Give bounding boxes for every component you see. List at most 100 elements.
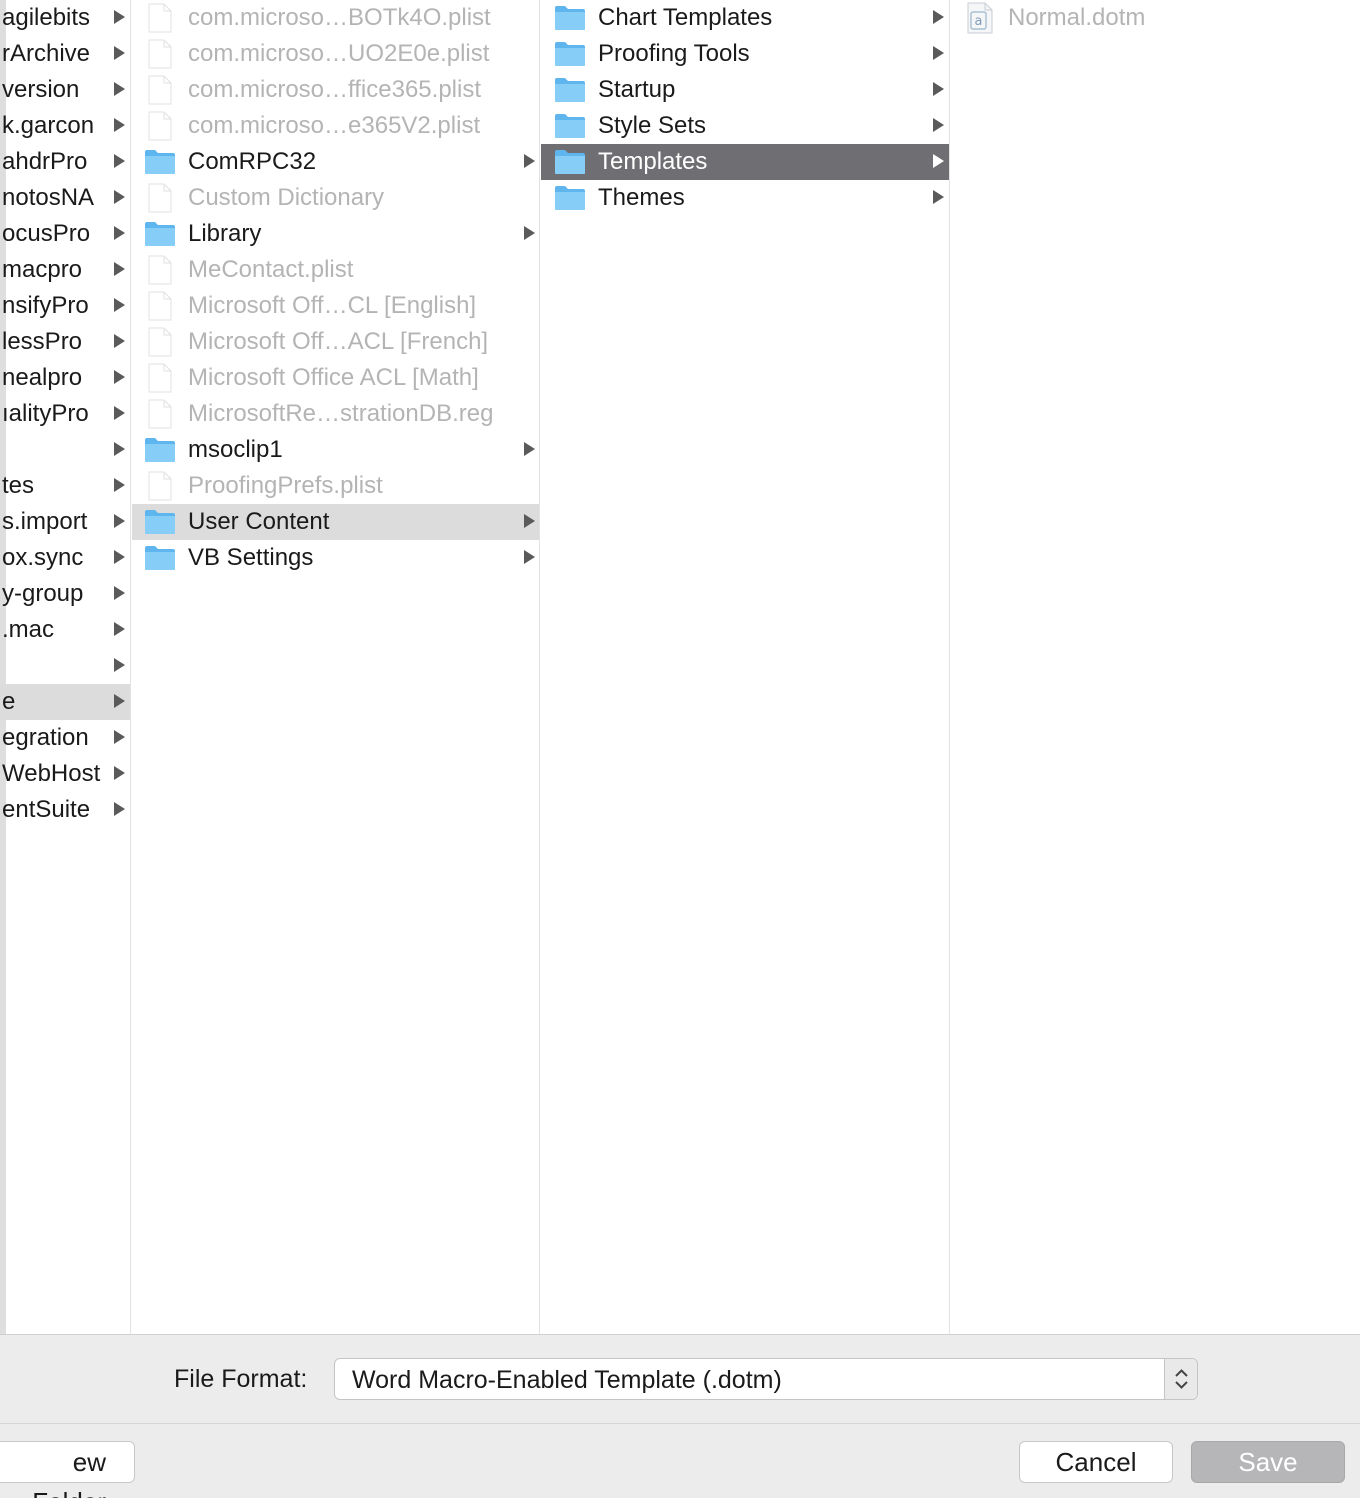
word-template-icon: a (967, 2, 993, 34)
folder-row-selected[interactable]: Templates (541, 144, 949, 180)
cancel-button[interactable]: Cancel (1019, 1441, 1173, 1483)
column-row[interactable]: y-group (0, 576, 130, 612)
row-label: com.microso…BOTk4O.plist (188, 4, 491, 31)
folder-row[interactable]: Startup (541, 72, 949, 108)
row-label: tes (2, 472, 35, 499)
row-label: ahdrPro (2, 148, 88, 175)
row-label: Chart Templates (598, 4, 773, 31)
column-row[interactable]: notosNA (0, 180, 130, 216)
browser-column-2[interactable]: com.microso…BOTk4O.plist com.microso…UO2… (132, 0, 540, 1336)
document-icon (148, 3, 172, 33)
row-label: rArchive (2, 40, 91, 67)
browser-column-1[interactable]: agilebits rArchive version k.garcon ahdr… (0, 0, 131, 1336)
row-label: Startup (598, 76, 676, 103)
column-row[interactable]: macpro (0, 252, 130, 288)
folder-row[interactable]: ComRPC32 (132, 144, 539, 180)
column-row[interactable] (0, 648, 130, 684)
row-label: lessPro (2, 328, 83, 355)
column-row[interactable]: entSuite (0, 792, 130, 828)
disclosure-arrow-icon (524, 226, 535, 240)
column-row[interactable]: lessPro (0, 324, 130, 360)
row-label: .mac (2, 616, 55, 643)
folder-row[interactable]: Library (132, 216, 539, 252)
browser-column-4[interactable]: a Normal.dotm (951, 0, 1360, 1336)
disclosure-arrow-icon (114, 82, 125, 96)
file-row: ProofingPrefs.plist (132, 468, 539, 504)
disclosure-arrow-icon (114, 334, 125, 348)
row-label: Style Sets (598, 112, 707, 139)
row-label: com.microso…e365V2.plist (188, 112, 481, 139)
row-label: Microsoft Off…CL [English] (188, 292, 477, 319)
folder-icon (145, 222, 175, 246)
new-folder-button[interactable]: ew Folder (0, 1441, 135, 1498)
file-row: MicrosoftRe…strationDB.reg (132, 396, 539, 432)
folder-row[interactable]: Style Sets (541, 108, 949, 144)
file-format-select[interactable]: Word Macro-Enabled Template (.dotm) (334, 1358, 1198, 1400)
column-row[interactable]: s.import (0, 504, 130, 540)
document-icon (148, 291, 172, 321)
file-format-label: File Format: (174, 1365, 308, 1393)
column-row[interactable]: nsifyPro (0, 288, 130, 324)
column-row[interactable]: ox.sync (0, 540, 130, 576)
column-row[interactable] (0, 432, 130, 468)
disclosure-arrow-icon (114, 730, 125, 744)
column-row[interactable]: ıalityPro (0, 396, 130, 432)
column-row[interactable]: rArchive (0, 36, 130, 72)
folder-row[interactable]: msoclip1 (132, 432, 539, 468)
disclosure-arrow-icon (933, 118, 944, 132)
row-label: entSuite (2, 796, 91, 823)
disclosure-arrow-icon (114, 514, 125, 528)
folder-icon (555, 186, 585, 210)
row-label: ıalityPro (2, 400, 89, 427)
file-row: com.microso…e365V2.plist (132, 108, 539, 144)
column-row[interactable]: .mac (0, 612, 130, 648)
row-label: Proofing Tools (598, 40, 750, 67)
browser-column-3[interactable]: Chart Templates Proofing Tools Startup S… (541, 0, 950, 1336)
document-icon (148, 399, 172, 429)
disclosure-arrow-icon (114, 370, 125, 384)
column-row[interactable]: version (0, 72, 130, 108)
folder-row-selected[interactable]: User Content (132, 504, 539, 540)
row-label: version (2, 76, 80, 103)
folder-row[interactable]: Themes (541, 180, 949, 216)
column-row[interactable]: k.garcon (0, 108, 130, 144)
disclosure-arrow-icon (114, 622, 125, 636)
disclosure-arrow-icon (933, 154, 944, 168)
document-icon (148, 363, 172, 393)
disclosure-arrow-icon (933, 190, 944, 204)
file-row: Custom Dictionary (132, 180, 539, 216)
row-label: Library (188, 220, 262, 247)
column-row[interactable]: nealpro (0, 360, 130, 396)
file-row: com.microso…BOTk4O.plist (132, 0, 539, 36)
column-row-selected[interactable]: e (0, 684, 130, 720)
disclosure-arrow-icon (114, 262, 125, 276)
row-label: Normal.dotm (1008, 4, 1146, 31)
folder-row[interactable]: VB Settings (132, 540, 539, 576)
row-label: com.microso…UO2E0e.plist (188, 40, 490, 67)
row-label: com.microso…ffice365.plist (188, 76, 481, 103)
folder-row[interactable]: Chart Templates (541, 0, 949, 36)
folder-row[interactable]: Proofing Tools (541, 36, 949, 72)
disclosure-arrow-icon (114, 118, 125, 132)
row-label: egration (2, 724, 89, 751)
column-row[interactable]: ahdrPro (0, 144, 130, 180)
file-row: MeContact.plist (132, 252, 539, 288)
file-row: Microsoft Off…ACL [French] (132, 324, 539, 360)
row-label: Microsoft Off…ACL [French] (188, 328, 489, 355)
row-label: macpro (2, 256, 83, 283)
column-row[interactable]: WebHost (0, 756, 130, 792)
disclosure-arrow-icon (114, 154, 125, 168)
file-row: Microsoft Office ACL [Math] (132, 360, 539, 396)
disclosure-arrow-icon (114, 550, 125, 564)
save-button[interactable]: Save (1191, 1441, 1345, 1483)
column-row[interactable]: tes (0, 468, 130, 504)
row-label: Themes (598, 184, 685, 211)
column-row[interactable]: agilebits (0, 0, 130, 36)
file-row: com.microso…ffice365.plist (132, 72, 539, 108)
select-stepper[interactable] (1164, 1359, 1197, 1399)
disclosure-arrow-icon (114, 190, 125, 204)
row-label: msoclip1 (188, 436, 283, 463)
column-row[interactable]: ocusPro (0, 216, 130, 252)
column-row[interactable]: egration (0, 720, 130, 756)
document-icon (148, 327, 172, 357)
